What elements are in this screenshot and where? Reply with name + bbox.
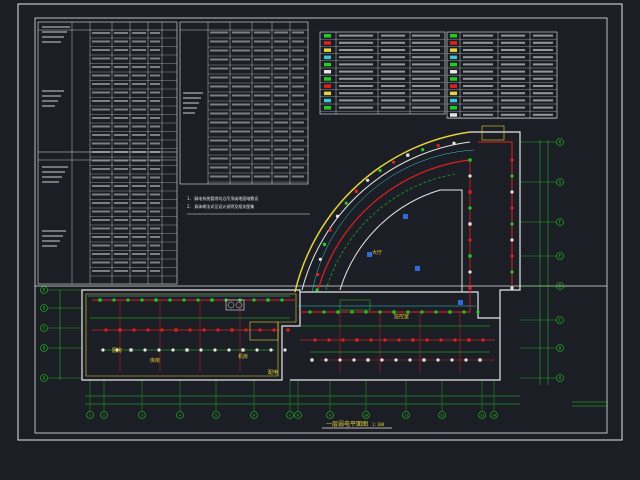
grid-bottom-label: 8 <box>297 413 299 417</box>
floor-plan: EDCBA HGFEDCBA 1 2 3 4 5 6 7 8 9 10 11 12 13 14 <box>40 125 608 429</box>
room-label-4: 监控室 <box>394 313 409 320</box>
grid-right-label: G <box>559 179 562 184</box>
grid-right-label: H <box>559 139 562 144</box>
grid-bottom-label: 3 <box>141 413 143 417</box>
system-schedule-table-left <box>37 21 178 285</box>
notes-line-1: 1. 弱电系统管线均沿吊顶或地面暗敷设 <box>187 195 258 201</box>
grid-left-label: A <box>43 375 46 380</box>
grid-right-label: C <box>559 317 562 322</box>
grid-bottom-label: 11 <box>404 413 408 417</box>
room-label-1: 库房 <box>150 357 160 364</box>
grid-bottom-label: 2 <box>103 413 105 417</box>
room-label-0: 厨房 <box>112 347 122 354</box>
grid-right-label: E <box>559 253 562 258</box>
grid-bottom-label: 10 <box>364 413 368 417</box>
cad-drawing-viewport: 1. 弱电系统管线均沿吊顶或地面暗敷设 2. 具体做法详见设计说明及相关图集 E… <box>0 0 640 480</box>
grid-left-label: C <box>43 325 46 330</box>
grid-bottom-label: 7 <box>289 413 291 417</box>
legend-table-1 <box>319 31 446 115</box>
grid-right-label: F <box>559 219 562 224</box>
drawing-title: 一层弱电平面图 <box>326 420 368 428</box>
grid-bottom-label: 13 <box>480 413 484 417</box>
floor-plan-drawing: 1. 弱电系统管线均沿吊顶或地面暗敷设 2. 具体做法详见设计说明及相关图集 E… <box>17 3 623 441</box>
grid-bottom-label: 1 <box>89 413 91 417</box>
grid-right-label: B <box>559 345 562 350</box>
notes-line-2: 2. 具体做法详见设计说明及相关图集 <box>187 203 254 209</box>
grid-bottom-label: 4 <box>179 413 181 417</box>
grid-bottom-label: 14 <box>492 413 496 417</box>
drawing-scale: 1:100 <box>372 422 385 427</box>
legend-table-2 <box>446 31 558 119</box>
grid-left-label: E <box>43 287 46 292</box>
room-label-3: 配电 <box>268 369 278 376</box>
room-label-5: 大厅 <box>372 249 382 256</box>
grid-right-label: A <box>559 375 562 380</box>
system-schedule-table-right <box>179 21 309 185</box>
inner-frame <box>34 17 608 434</box>
grid-bottom-label: 5 <box>215 413 217 417</box>
design-notes: 1. 弱电系统管线均沿吊顶或地面暗敷设 2. 具体做法详见设计说明及相关图集 <box>187 195 310 215</box>
grid-left-label: B <box>43 345 46 350</box>
room-label-2: 机房 <box>238 353 248 360</box>
grid-bottom-label: 12 <box>440 413 444 417</box>
grid-left-label: D <box>43 305 46 310</box>
grid-bottom-label: 9 <box>329 413 331 417</box>
grid-bottom-label: 6 <box>253 413 255 417</box>
